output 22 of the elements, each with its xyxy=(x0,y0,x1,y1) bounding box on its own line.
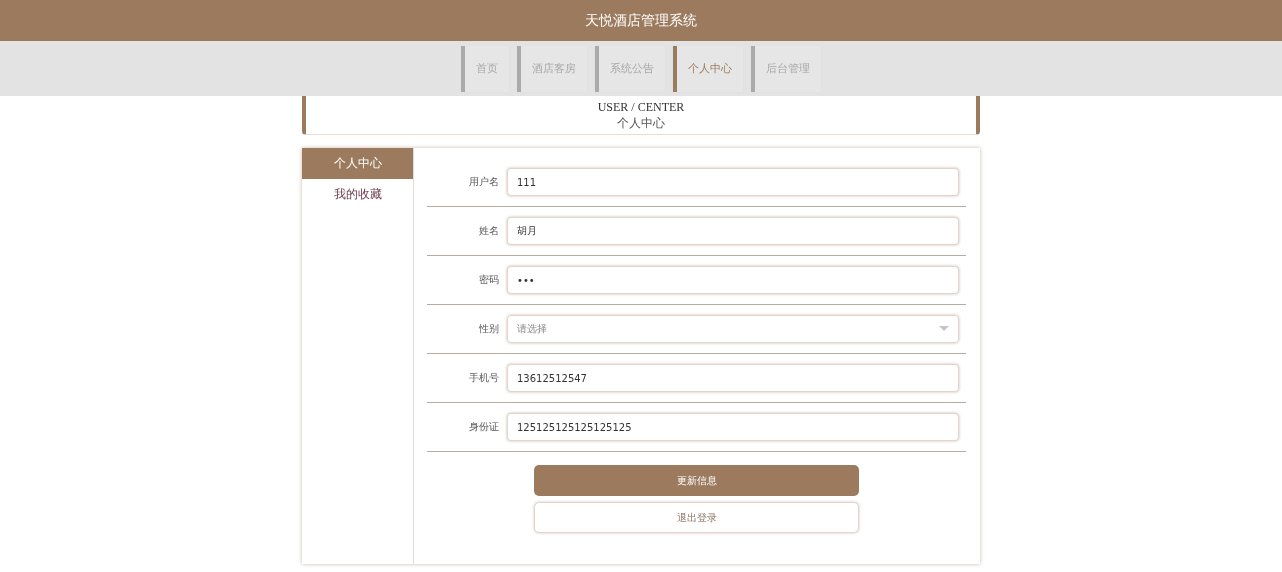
banner-title: 个人中心 xyxy=(617,115,665,132)
nav-tab[interactable]: 个人中心 xyxy=(673,45,743,92)
nav-tab[interactable]: 系统公告 xyxy=(595,45,665,92)
field-label: 性别 xyxy=(478,322,499,336)
input-field[interactable]: 胡月 xyxy=(507,217,959,245)
logout-button[interactable]: 退出登录 xyxy=(534,502,859,533)
field-label: 用户名 xyxy=(468,175,499,189)
sidebar-item[interactable]: 我的收藏 xyxy=(302,179,413,210)
input-field[interactable]: 125125125125125125 xyxy=(507,413,959,441)
input-field[interactable]: 111 xyxy=(507,168,959,196)
site-title: 天悦酒店管理系统 xyxy=(585,11,697,30)
field-label: 密码 xyxy=(478,273,499,287)
sidebar-item[interactable]: 个人中心 xyxy=(302,148,413,179)
banner-subtitle: USER / CENTER xyxy=(597,101,685,114)
input-field[interactable]: ••• xyxy=(507,266,959,294)
caret-icon xyxy=(939,326,949,332)
field-label: 身份证 xyxy=(468,420,499,434)
input-field[interactable]: 13612512547 xyxy=(507,364,959,392)
update-button[interactable]: 更新信息 xyxy=(534,465,859,496)
field-label: 手机号 xyxy=(468,371,499,385)
select-field[interactable]: 请选择 xyxy=(507,315,959,343)
field-label: 姓名 xyxy=(478,224,499,238)
